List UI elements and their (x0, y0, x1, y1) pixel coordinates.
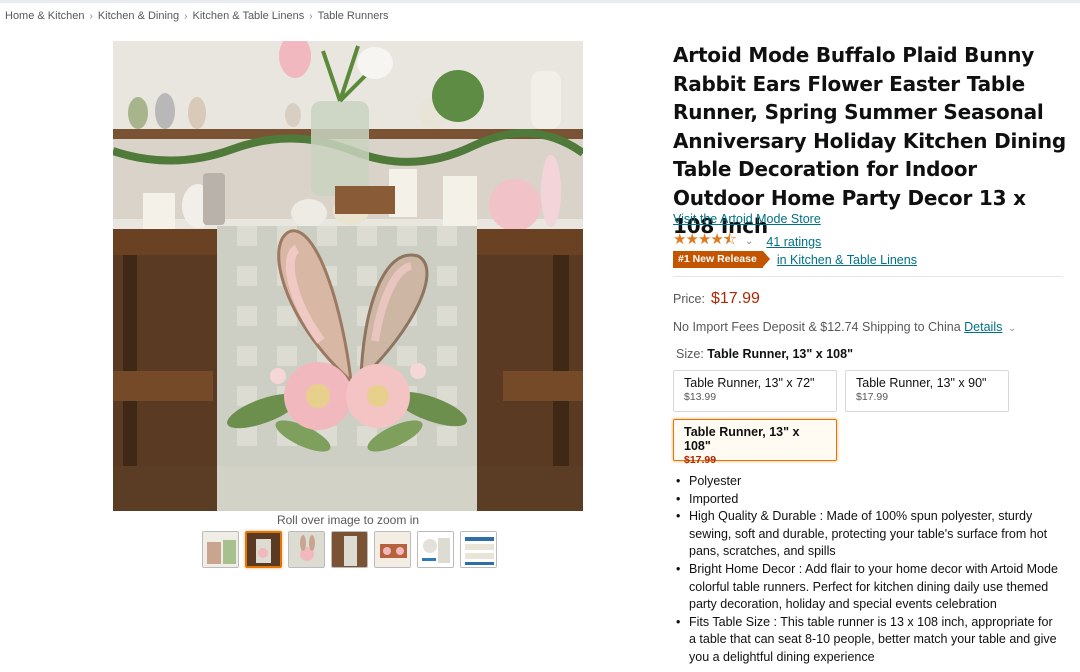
size-selected-value: Table Runner, 13" x 108" (707, 347, 853, 361)
breadcrumb-separator: › (309, 11, 313, 22)
breadcrumb: Home & Kitchen › Kitchen & Dining › Kitchen … (5, 10, 389, 22)
top-border (0, 0, 1080, 3)
size-option-72[interactable]: Table Runner, 13" x 72" $13.99 (673, 370, 837, 412)
size-label-text: Size: (676, 347, 704, 361)
main-product-image[interactable] (113, 41, 583, 511)
size-label: Size: Table Runner, 13" x 108" (676, 347, 853, 361)
breadcrumb-separator: › (89, 11, 93, 22)
thumbnail-1[interactable] (202, 531, 239, 568)
badge-category-link[interactable]: in Kitchen & Table Linens (777, 253, 917, 267)
thumbnail-3[interactable] (288, 531, 325, 568)
feature-bullets: Polyester Imported High Quality & Durabl… (673, 473, 1063, 667)
size-option-name: Table Runner, 13" x 90" (856, 376, 987, 390)
thumbnail-4[interactable] (331, 531, 368, 568)
zoom-hint: Roll over image to zoom in (276, 513, 420, 527)
breadcrumb-kitchen-dining[interactable]: Kitchen & Dining (98, 10, 179, 22)
shipping-text: No Import Fees Deposit & $12.74 Shipping… (673, 320, 961, 334)
price-row: Price: $17.99 (673, 290, 760, 308)
feature-bullet: Fits Table Size : This table runner is 1… (673, 614, 1063, 667)
size-option-name: Table Runner, 13" x 72" (684, 376, 815, 390)
chevron-down-icon[interactable]: ⌄ (745, 236, 753, 247)
size-option-price: $17.99 (856, 391, 889, 403)
size-option-price: $13.99 (684, 391, 717, 403)
best-seller-row: #1 New Release in Kitchen & Table Linens (673, 251, 917, 268)
size-option-108[interactable]: Table Runner, 13" x 108" $17.99 (673, 419, 837, 466)
feature-bullet: Polyester (673, 473, 1063, 491)
feature-bullet: Bright Home Decor : Add flair to your ho… (673, 561, 1063, 614)
breadcrumb-home-kitchen[interactable]: Home & Kitchen (5, 10, 84, 22)
shipping-details-link[interactable]: Details (964, 320, 1002, 334)
thumbnail-2[interactable] (245, 531, 282, 568)
price-label: Price: (673, 292, 705, 306)
size-option-name: Table Runner, 13" x 108" (684, 425, 800, 453)
divider (673, 276, 1063, 277)
size-option-price: $17.99 (684, 454, 717, 466)
thumbnail-7[interactable] (460, 531, 497, 568)
feature-bullet: High Quality & Durable : Made of 100% sp… (673, 508, 1063, 561)
size-option-90[interactable]: Table Runner, 13" x 90" $17.99 (845, 370, 1009, 412)
store-link[interactable]: Visit the Artoid Mode Store (673, 212, 821, 226)
shipping-info: No Import Fees Deposit & $12.74 Shipping… (673, 320, 1016, 334)
chevron-down-icon[interactable]: ⌄ (1008, 323, 1016, 333)
thumbnail-6[interactable] (417, 531, 454, 568)
price-value: $17.99 (710, 290, 760, 307)
breadcrumb-separator: › (184, 11, 188, 22)
thumbnail-strip (202, 531, 497, 568)
thumbnail-5[interactable] (374, 531, 411, 568)
feature-bullet: Imported (673, 491, 1063, 509)
new-release-badge: #1 New Release (673, 251, 770, 268)
ratings-count-link[interactable]: 41 ratings (766, 235, 821, 249)
breadcrumb-table-runners[interactable]: Table Runners (318, 10, 389, 22)
product-title: Artoid Mode Buffalo Plaid Bunny Rabbit E… (673, 43, 1067, 238)
breadcrumb-table-linens[interactable]: Kitchen & Table Linens (193, 10, 305, 22)
